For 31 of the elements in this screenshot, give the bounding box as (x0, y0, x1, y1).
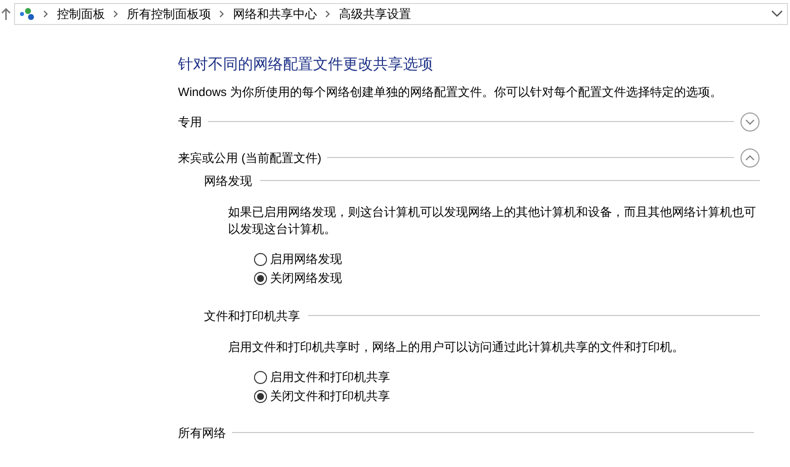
profile-heading[interactable]: 专用 (178, 112, 202, 130)
breadcrumb-item[interactable]: 网络和共享中心 (233, 5, 317, 23)
breadcrumb-item[interactable]: 高级共享设置 (339, 5, 411, 23)
section-heading: 网络发现 (204, 172, 252, 190)
page-title: 针对不同的网络配置文件更改共享选项 (178, 55, 433, 75)
radio-button[interactable] (254, 252, 267, 266)
breadcrumb-item[interactable]: 控制面板 (57, 5, 105, 23)
dropdown-chevron-icon[interactable] (771, 10, 783, 18)
expand-chevron-icon[interactable] (740, 112, 760, 132)
radio-button[interactable] (254, 390, 267, 402)
address-bar[interactable]: 控制面板 所有控制面板项 网络和共享中心 高级共享设置 (14, 3, 788, 25)
breadcrumb-item[interactable]: 所有控制面板项 (127, 5, 211, 23)
section-description: 启用文件和打印机共享时，网络上的用户可以访问通过此计算机共享的文件和打印机。 (227, 338, 685, 356)
radio-option[interactable]: 启用网络发现 (254, 250, 342, 268)
up-arrow-icon[interactable] (0, 7, 12, 21)
chevron-right-icon (219, 10, 225, 18)
section-heading: 文件和打印机共享 (204, 308, 300, 324)
profile-heading[interactable]: 所有网络 (178, 424, 226, 442)
section-description: 如果已启用网络发现，则这台计算机可以发现网络上的其他计算机和设备，而且其他网络计算机也可以发现这台计算机。 (227, 204, 757, 238)
chevron-right-icon (325, 10, 331, 18)
network-icon (19, 7, 35, 21)
radio-option[interactable]: 关闭文件和打印机共享 (254, 386, 390, 406)
page-description: Windows 为你所使用的每个网络创建单独的网络配置文件。你可以针对每个配置文件选择特定的选项。 (178, 84, 722, 100)
radio-option[interactable]: 启用文件和打印机共享 (254, 368, 390, 386)
chevron-right-icon (43, 10, 49, 18)
profile-heading[interactable]: 来宾或公用 (当前配置文件) (178, 148, 322, 166)
radio-button[interactable] (254, 370, 267, 384)
radio-button[interactable] (254, 272, 267, 284)
collapse-chevron-icon[interactable] (740, 148, 760, 168)
chevron-right-icon (113, 10, 119, 18)
radio-option[interactable]: 关闭网络发现 (254, 268, 342, 288)
